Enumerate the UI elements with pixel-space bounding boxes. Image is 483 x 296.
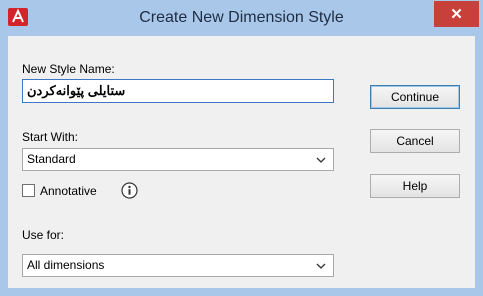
chevron-down-icon [315,255,327,276]
dialog-body: New Style Name: ستایلی پێوانەکردن Start … [8,36,475,288]
close-icon: ✕ [450,6,463,23]
cancel-button[interactable]: Cancel [370,129,460,153]
start-with-label: Start With: [22,130,79,144]
help-button[interactable]: Help [370,174,460,198]
use-for-label: Use for: [22,228,65,242]
continue-button[interactable]: Continue [370,85,460,109]
title-bar[interactable]: Create New Dimension Style ✕ [0,0,483,36]
start-with-select[interactable]: Standard [22,148,334,171]
start-with-value: Standard [27,152,76,166]
new-style-name-label: New Style Name: [22,62,115,76]
new-style-name-input[interactable]: ستایلی پێوانەکردن [22,79,334,103]
close-button[interactable]: ✕ [434,1,479,27]
window-title: Create New Dimension Style [139,9,344,26]
info-icon[interactable] [121,182,138,199]
annotative-checkbox[interactable] [22,184,35,197]
use-for-value: All dimensions [27,258,105,272]
annotative-label: Annotative [40,184,97,198]
dialog-window: Create New Dimension Style ✕ New Style N… [0,0,483,296]
use-for-select[interactable]: All dimensions [22,254,334,277]
chevron-down-icon [315,149,327,170]
